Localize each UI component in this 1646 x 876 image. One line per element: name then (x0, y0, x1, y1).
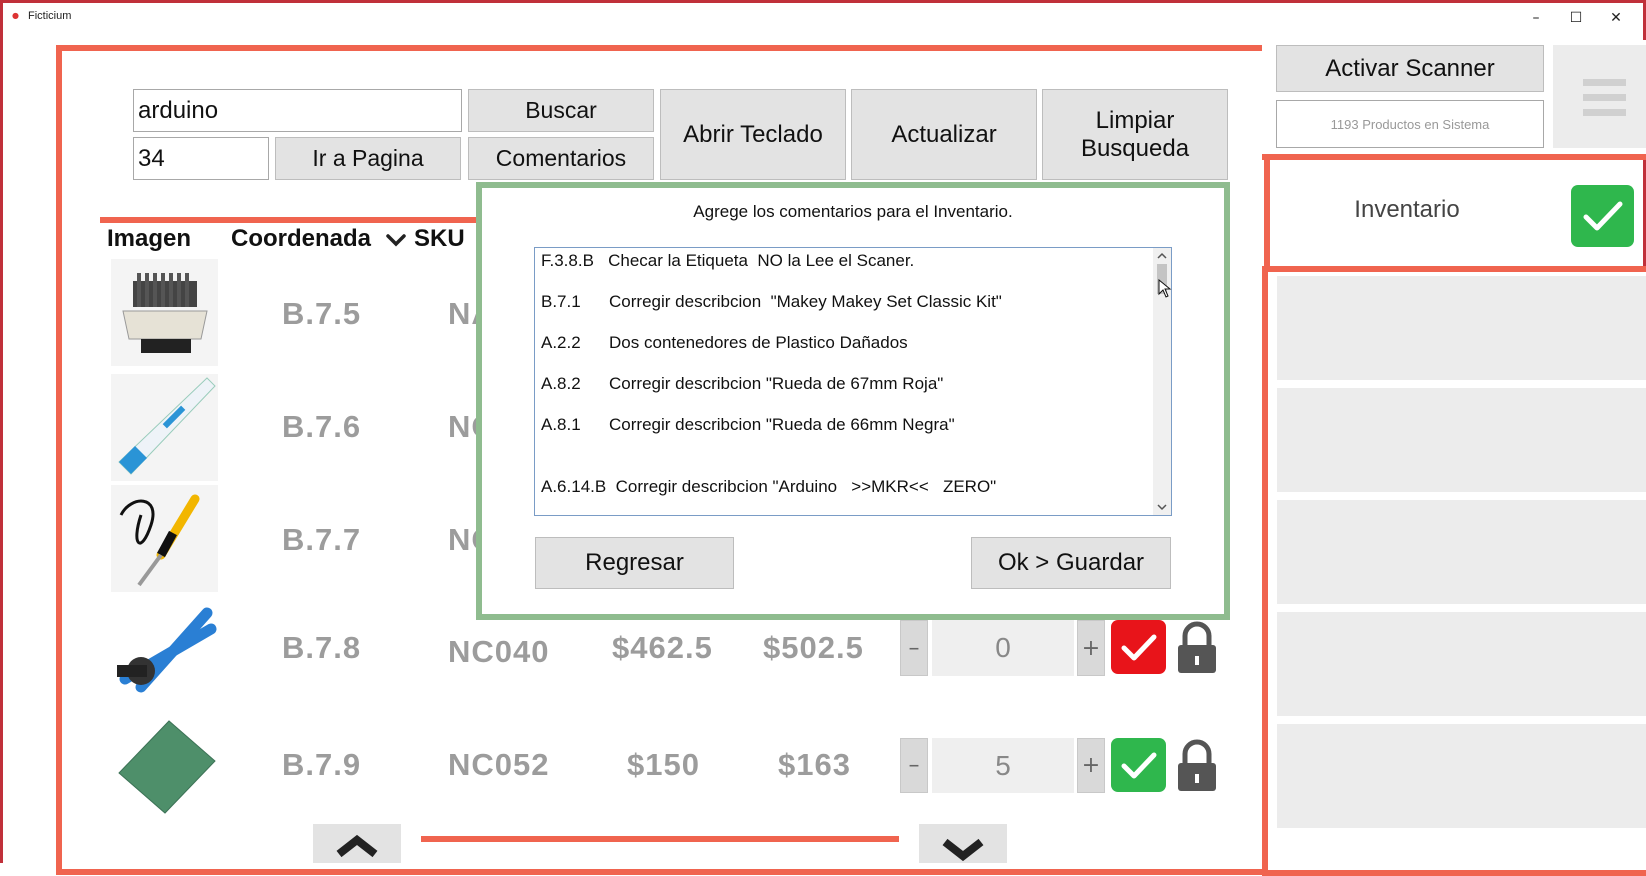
comment-line: A.2.2 Dos contenedores de Plastico Dañad… (541, 333, 908, 352)
hamburger-menu-icon (1583, 79, 1626, 116)
comment-line: A.8.1 Corregir describcion "Rueda de 66m… (541, 415, 955, 434)
perfboard-image (111, 713, 218, 820)
lock-icon[interactable] (1174, 738, 1220, 793)
checkmark-icon (1121, 752, 1156, 779)
chevron-down-icon[interactable] (385, 233, 407, 247)
menu-button[interactable] (1553, 45, 1646, 148)
activate-scanner-button[interactable]: Activar Scanner (1276, 45, 1544, 92)
minimize-button[interactable]: – (1516, 4, 1556, 32)
product-count-display: 1193 Productos en Sistema (1276, 100, 1544, 148)
row-price: $163 (778, 747, 851, 782)
row-coordinate: B.7.7 (282, 522, 362, 557)
crimping-pliers-image (111, 599, 218, 706)
quantity-field[interactable]: 5 (932, 738, 1074, 793)
title-bar (3, 3, 1643, 33)
save-button[interactable]: Ok > Guardar (971, 537, 1171, 589)
search-input[interactable]: arduino (133, 89, 462, 132)
close-button[interactable]: ✕ (1596, 4, 1636, 32)
row-coordinate: B.7.5 (282, 296, 362, 331)
page-number-input[interactable]: 34 (133, 137, 269, 180)
row-coordinate: B.7.6 (282, 409, 362, 444)
window-title: Ficticium (28, 10, 72, 22)
increment-button[interactable]: + (1077, 620, 1105, 676)
row-cost: $462.5 (612, 630, 713, 665)
lock-icon[interactable] (1174, 620, 1220, 675)
row-coordinate: B.7.9 (282, 747, 362, 782)
checkmark-icon (1583, 201, 1622, 231)
inventory-label: Inventario (1354, 196, 1460, 223)
comment-line: A.8.2 Corregir describcion "Rueda de 67m… (541, 374, 944, 393)
flux-pen-image (111, 374, 218, 481)
decrement-button[interactable]: – (900, 738, 928, 793)
row-sku: NC052 (448, 747, 550, 782)
comment-line: A.6.14.B Corregir describcion "Arduino >… (541, 477, 997, 496)
decrement-button[interactable]: – (900, 620, 928, 676)
refresh-button[interactable]: Actualizar (851, 89, 1037, 180)
row-status-check-button[interactable] (1111, 620, 1166, 674)
page-up-button[interactable] (313, 824, 401, 863)
comment-line: B.7.1 Corregir describcion "Makey Makey … (541, 292, 1002, 311)
row-status-check-button[interactable] (1111, 738, 1166, 792)
maximize-button[interactable]: ☐ (1556, 4, 1596, 32)
chevron-down-icon (942, 838, 984, 862)
open-keyboard-button[interactable]: Abrir Teclado (660, 89, 846, 180)
row-coordinate: B.7.8 (282, 630, 362, 665)
side-slot[interactable] (1277, 724, 1646, 828)
row-price: $502.5 (763, 630, 864, 665)
clear-search-button[interactable]: Limpiar Busqueda (1042, 89, 1228, 180)
scroll-up-arrow-icon (1157, 252, 1167, 259)
chevron-up-icon (336, 834, 378, 858)
search-button[interactable]: Buscar (468, 89, 654, 132)
side-slot[interactable] (1277, 388, 1646, 492)
header-divider (100, 217, 480, 223)
dialog-prompt: Agrege los comentarios para el Inventari… (693, 202, 1013, 221)
scroll-down-arrow-icon (1157, 504, 1167, 511)
comments-button[interactable]: Comentarios (468, 137, 654, 180)
mouse-cursor-icon (1158, 279, 1172, 298)
side-slot[interactable] (1277, 500, 1646, 604)
peltier-cooler-image (111, 259, 218, 366)
row-sku: NC040 (448, 634, 550, 669)
increment-button[interactable]: + (1077, 738, 1105, 793)
checkmark-icon (1121, 634, 1156, 661)
column-header-image: Imagen (107, 225, 192, 252)
side-slot[interactable] (1277, 276, 1646, 380)
quantity-field[interactable]: 0 (932, 620, 1074, 676)
column-header-coordinate[interactable]: Coordenada (231, 225, 371, 253)
row-cost: $150 (627, 747, 700, 782)
go-to-page-button[interactable]: Ir a Pagina (275, 137, 461, 180)
soldering-iron-image (111, 485, 218, 592)
column-header-sku[interactable]: SKU (414, 225, 465, 253)
page-down-button[interactable] (919, 824, 1007, 863)
side-slot[interactable] (1277, 612, 1646, 716)
back-button[interactable]: Regresar (535, 537, 734, 589)
comment-line: F.3.8.B Checar la Etiqueta NO la Lee el … (541, 251, 915, 270)
app-icon: ● (12, 11, 19, 20)
pagination-divider (421, 836, 899, 842)
inventory-check-button[interactable] (1571, 185, 1634, 247)
